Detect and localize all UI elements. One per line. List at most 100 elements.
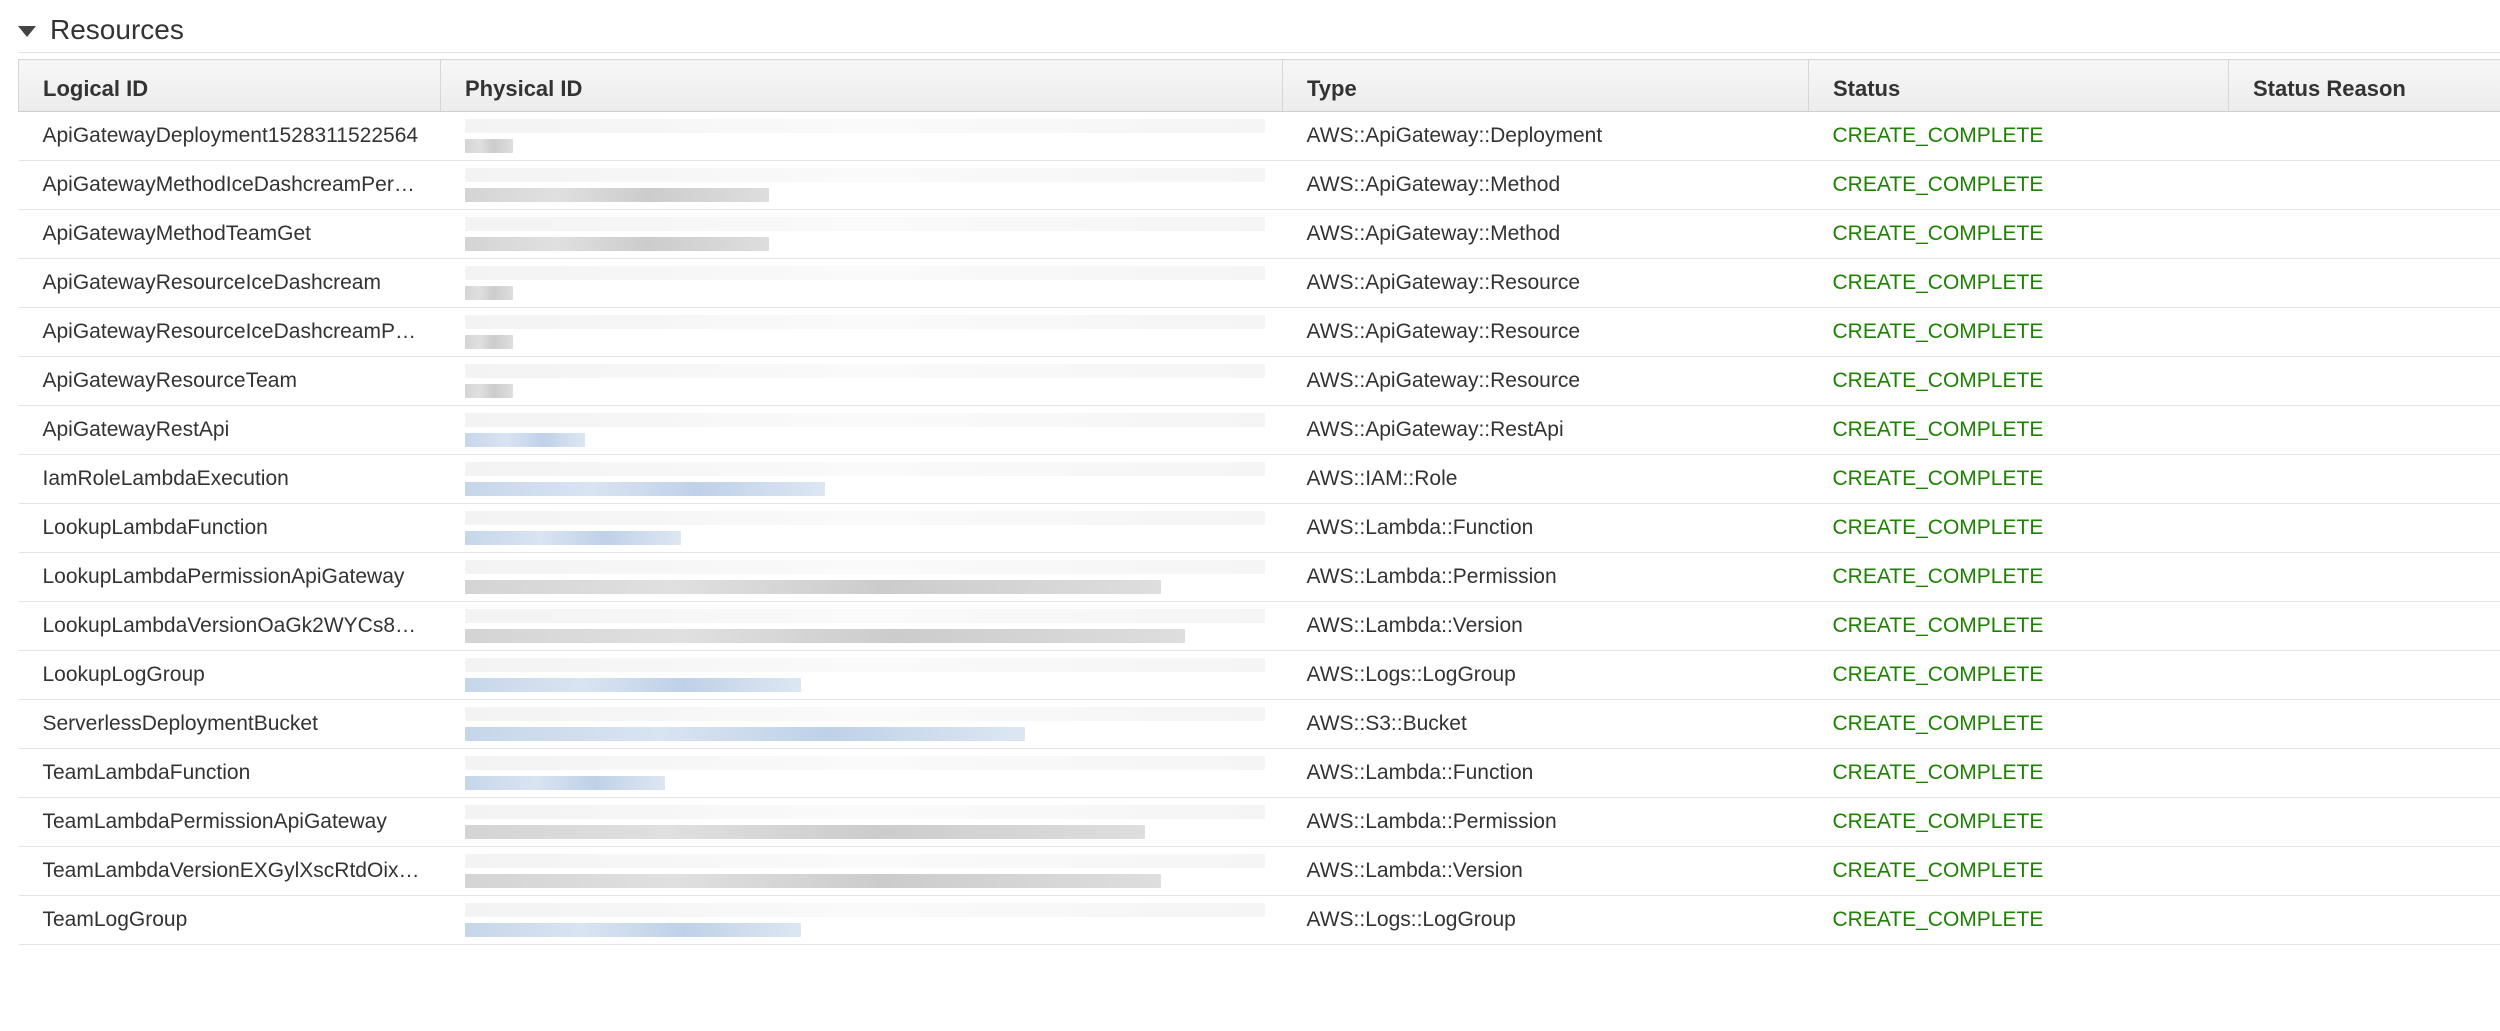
table-row[interactable]: TeamLambdaFunction AWS::Lambda::Function C…	[18, 748, 2500, 798]
redaction-band	[464, 678, 801, 692]
redaction-band	[464, 580, 1161, 594]
caret-down-icon	[18, 25, 36, 37]
type-cell: AWS::Lambda::Function	[1282, 748, 1809, 798]
redacted-physical-id	[464, 704, 1283, 744]
table-row[interactable]: ApiGatewayResourceIceDashcreamP… AWS::Api…	[18, 307, 2500, 357]
type-cell: AWS::Lambda::Permission	[1282, 552, 1809, 602]
logical-id-cell: IamRoleLambdaExecution	[18, 454, 441, 504]
status-cell: CREATE_COMPLETE	[1808, 699, 2229, 749]
type-cell: AWS::ApiGateway::Resource	[1282, 356, 1809, 406]
redaction-band	[464, 874, 1161, 888]
redaction-band	[464, 707, 1265, 721]
logical-id-cell: ApiGatewayResourceIceDashcreamP…	[18, 307, 441, 357]
status-reason-cell	[2228, 552, 2500, 602]
type-cell: AWS::Lambda::Version	[1282, 601, 1809, 651]
physical-id-cell	[440, 552, 1283, 602]
table-row[interactable]: ApiGatewayRestApi AWS::ApiGateway::RestAp…	[18, 405, 2500, 455]
redacted-physical-id	[464, 606, 1283, 646]
type-cell: AWS::ApiGateway::RestApi	[1282, 405, 1809, 455]
redaction-band	[464, 217, 1265, 231]
physical-id-cell	[440, 111, 1283, 161]
resources-section-toggle[interactable]: Resources	[18, 10, 184, 50]
table-row[interactable]: LookupLambdaVersionOaGk2WYCs8… AWS::Lambd…	[18, 601, 2500, 651]
type-cell: AWS::ApiGateway::Method	[1282, 160, 1809, 210]
table-row[interactable]: TeamLambdaPermissionApiGateway AWS::Lambd…	[18, 797, 2500, 847]
logical-id-cell: ApiGatewayResourceTeam	[18, 356, 441, 406]
type-cell: AWS::Lambda::Function	[1282, 503, 1809, 553]
type-cell: AWS::IAM::Role	[1282, 454, 1809, 504]
logical-id-cell: TeamLambdaPermissionApiGateway	[18, 797, 441, 847]
status-reason-cell	[2228, 356, 2500, 406]
column-header-status[interactable]: Status	[1808, 59, 2229, 112]
redaction-band	[464, 854, 1265, 868]
table-row[interactable]: TeamLogGroup AWS::Logs::LogGroup CREATE_CO…	[18, 895, 2500, 945]
physical-id-cell	[440, 258, 1283, 308]
table-row[interactable]: IamRoleLambdaExecution AWS::IAM::Role CREA…	[18, 454, 2500, 504]
column-header-logical-id[interactable]: Logical ID	[18, 59, 441, 112]
redacted-physical-id	[464, 312, 1283, 352]
physical-id-cell	[440, 797, 1283, 847]
physical-id-cell	[440, 601, 1283, 651]
redaction-band	[464, 629, 1185, 643]
table-row[interactable]: ApiGatewayMethodTeamGet AWS::ApiGateway::…	[18, 209, 2500, 259]
table-row[interactable]: ApiGatewayResourceIceDashcream AWS::ApiGa…	[18, 258, 2500, 308]
table-row[interactable]: ApiGatewayMethodIceDashcreamPer… AWS::Api…	[18, 160, 2500, 210]
logical-id-cell: LookupLambdaFunction	[18, 503, 441, 553]
status-reason-cell	[2228, 797, 2500, 847]
status-reason-cell	[2228, 895, 2500, 945]
type-cell: AWS::Logs::LogGroup	[1282, 895, 1809, 945]
physical-id-cell	[440, 699, 1283, 749]
table-row[interactable]: ApiGatewayDeployment1528311522564 AWS::Ap…	[18, 111, 2500, 161]
status-cell: CREATE_COMPLETE	[1808, 650, 2229, 700]
table-row[interactable]: LookupLambdaPermissionApiGateway AWS::Lam…	[18, 552, 2500, 602]
section-divider	[18, 52, 2500, 53]
redaction-band	[464, 335, 513, 349]
physical-id-cell	[440, 650, 1283, 700]
redaction-band	[464, 727, 1025, 741]
redaction-band	[464, 384, 513, 398]
redaction-band	[464, 776, 665, 790]
table-row[interactable]: ApiGatewayResourceTeam AWS::ApiGateway::R…	[18, 356, 2500, 406]
redaction-band	[464, 413, 1265, 427]
status-cell: CREATE_COMPLETE	[1808, 895, 2229, 945]
redacted-physical-id	[464, 263, 1283, 303]
redacted-physical-id	[464, 410, 1283, 450]
status-reason-cell	[2228, 650, 2500, 700]
status-reason-cell	[2228, 601, 2500, 651]
status-reason-cell	[2228, 748, 2500, 798]
redacted-physical-id	[464, 214, 1283, 254]
status-cell: CREATE_COMPLETE	[1808, 552, 2229, 602]
physical-id-cell	[440, 895, 1283, 945]
redacted-physical-id	[464, 361, 1283, 401]
table-row[interactable]: LookupLambdaFunction AWS::Lambda::Functio…	[18, 503, 2500, 553]
logical-id-cell: TeamLambdaFunction	[18, 748, 441, 798]
redaction-band	[464, 482, 825, 496]
logical-id-cell: TeamLogGroup	[18, 895, 441, 945]
logical-id-cell: ApiGatewayMethodIceDashcreamPer…	[18, 160, 441, 210]
column-header-status-reason[interactable]: Status Reason	[2228, 59, 2500, 112]
redaction-band	[464, 923, 801, 937]
redaction-band	[464, 609, 1265, 623]
table-header-row: Logical ID Physical ID Type Status Statu…	[18, 59, 2500, 112]
redacted-physical-id	[464, 655, 1283, 695]
status-cell: CREATE_COMPLETE	[1808, 111, 2229, 161]
column-header-type[interactable]: Type	[1282, 59, 1809, 112]
redaction-band	[464, 511, 1265, 525]
table-row[interactable]: TeamLambdaVersionEXGylXscRtdOix… AWS::Lam…	[18, 846, 2500, 896]
redaction-band	[464, 139, 513, 153]
table-row[interactable]: ServerlessDeploymentBucket AWS::S3::Bucke…	[18, 699, 2500, 749]
redaction-band	[464, 531, 681, 545]
redaction-band	[464, 315, 1265, 329]
status-cell: CREATE_COMPLETE	[1808, 307, 2229, 357]
physical-id-cell	[440, 160, 1283, 210]
physical-id-cell	[440, 405, 1283, 455]
type-cell: AWS::S3::Bucket	[1282, 699, 1809, 749]
redaction-band	[464, 658, 1265, 672]
redaction-band	[464, 462, 1265, 476]
physical-id-cell	[440, 454, 1283, 504]
column-header-physical-id[interactable]: Physical ID	[440, 59, 1283, 112]
table-row[interactable]: LookupLogGroup AWS::Logs::LogGroup CREATE_…	[18, 650, 2500, 700]
type-cell: AWS::ApiGateway::Method	[1282, 209, 1809, 259]
status-cell: CREATE_COMPLETE	[1808, 258, 2229, 308]
redacted-physical-id	[464, 116, 1283, 156]
